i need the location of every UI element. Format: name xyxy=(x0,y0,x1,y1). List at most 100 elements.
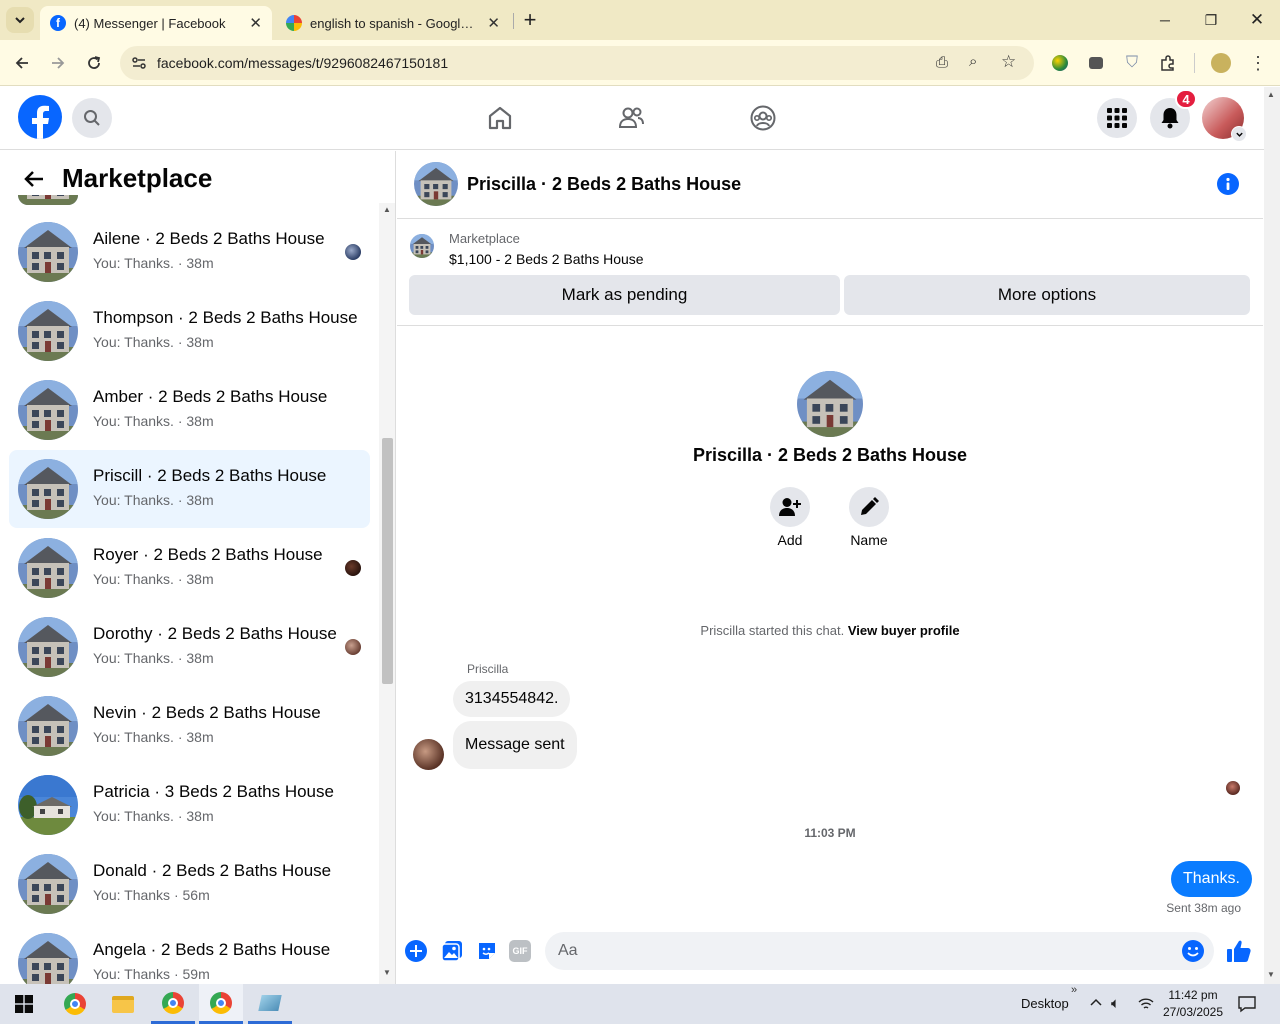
emoji-button[interactable] xyxy=(1182,940,1204,962)
extension-shield-icon[interactable]: ⛉ xyxy=(1120,51,1144,75)
taskbar-chrome-active-app[interactable] xyxy=(199,984,243,1024)
clock-time[interactable]: 11:42 pm xyxy=(1162,988,1224,1002)
attach-photo-button[interactable] xyxy=(441,940,463,967)
conversation-item[interactable]: Ailene · 2 Beds 2 Baths House You: Thanks… xyxy=(9,213,370,291)
conversation-thumbnail xyxy=(18,380,78,440)
incoming-message[interactable]: Message sent xyxy=(453,721,577,769)
browser-menu-icon[interactable]: ⋮ xyxy=(1246,51,1270,75)
close-tab-icon[interactable]: ✕ xyxy=(487,14,500,32)
conversation-item[interactable]: Angela · 2 Beds 2 Baths House You: Thanks… xyxy=(9,924,370,984)
conversation-name: Ailene · 2 Beds 2 Baths House xyxy=(93,229,325,248)
conversation-thumbnail xyxy=(18,459,78,519)
new-tab-button[interactable]: + xyxy=(520,6,540,34)
taskbar-chrome-app[interactable] xyxy=(53,984,97,1024)
bookmark-star-icon[interactable]: ☆ xyxy=(1001,52,1016,72)
conversation-item[interactable]: Patricia · 3 Beds 2 Baths House You: Than… xyxy=(9,766,370,844)
taskbar-other-app[interactable] xyxy=(248,984,292,1024)
zoom-icon[interactable]: ⌕ xyxy=(969,53,977,70)
facebook-favicon-icon: f xyxy=(50,15,66,31)
volume-icon[interactable]: 🔈︎ xyxy=(1111,995,1120,1012)
toolbar-expand-icon[interactable]: » xyxy=(1071,984,1077,996)
chrome-icon xyxy=(64,993,86,1015)
browser-tab-messenger[interactable]: f (4) Messenger | Facebook ✕ xyxy=(40,6,272,40)
conversation-item[interactable]: Amber · 2 Beds 2 Baths House You: Thanks.… xyxy=(9,371,370,449)
mark-as-pending-button[interactable]: Mark as pending xyxy=(409,275,840,315)
more-options-button[interactable]: More options xyxy=(844,275,1250,315)
sidebar-scroll-thumb[interactable] xyxy=(382,438,393,684)
sidebar-scrollbar[interactable]: ▲ ▼ xyxy=(379,203,395,984)
more-actions-button[interactable] xyxy=(405,940,427,962)
plus-icon xyxy=(410,945,422,957)
facebook-logo[interactable] xyxy=(18,95,62,139)
view-buyer-profile-link[interactable]: View buyer profile xyxy=(848,623,960,638)
gif-button[interactable]: GIF xyxy=(509,940,531,962)
conversation-item[interactable]: Royer · 2 Beds 2 Baths House You: Thanks.… xyxy=(9,529,370,607)
seen-by-avatar xyxy=(345,639,361,655)
scroll-down-arrow-icon[interactable]: ▼ xyxy=(1267,970,1275,979)
incoming-message[interactable]: 3134554842. xyxy=(453,681,571,717)
account-chevron-icon[interactable] xyxy=(1231,126,1247,142)
site-settings-icon[interactable] xyxy=(130,54,148,72)
extension-globe-icon[interactable] xyxy=(1048,51,1072,75)
bell-icon xyxy=(1161,108,1179,129)
listing-thumb[interactable] xyxy=(410,234,434,258)
back-arrow-button[interactable] xyxy=(22,167,50,193)
extensions-puzzle-icon[interactable] xyxy=(1156,51,1180,75)
tab-search-button[interactable] xyxy=(6,7,34,33)
nav-groups[interactable] xyxy=(749,104,777,137)
browser-tab-google[interactable]: english to spanish - Google Sea ✕ xyxy=(276,6,510,40)
conversation-item[interactable]: Priscill · 2 Beds 2 Baths House You: Than… xyxy=(9,450,370,528)
conversation-thumbnail xyxy=(18,775,78,835)
wifi-icon[interactable] xyxy=(1138,996,1154,1017)
restore-button[interactable]: ❐ xyxy=(1188,6,1234,34)
friends-icon xyxy=(618,107,644,128)
menu-button[interactable] xyxy=(1097,98,1137,138)
listing-price-title[interactable]: $1,100 - 2 Beds 2 Baths House xyxy=(449,251,644,267)
start-button[interactable] xyxy=(2,984,46,1024)
conversation-item[interactable]: Dorothy · 2 Beds 2 Baths House You: Thank… xyxy=(9,608,370,686)
show-hidden-icons-chevron-icon[interactable] xyxy=(1089,996,1103,1015)
chat-title[interactable]: Priscilla · 2 Beds 2 Baths House xyxy=(467,174,741,195)
add-button[interactable] xyxy=(770,487,810,527)
scroll-down-arrow-icon[interactable]: ▼ xyxy=(383,968,391,977)
like-button[interactable] xyxy=(1226,938,1252,969)
nav-home[interactable] xyxy=(486,104,514,137)
conversation-preview: You: Thanks · 56m xyxy=(93,887,210,903)
taskbar-file-explorer[interactable] xyxy=(101,984,145,1024)
name-button[interactable] xyxy=(849,487,889,527)
forward-button[interactable] xyxy=(46,51,70,75)
sender-avatar[interactable] xyxy=(413,739,444,770)
notification-badge: 4 xyxy=(1175,89,1197,109)
sticker-button[interactable] xyxy=(476,940,498,967)
conversation-item[interactable]: Thompson · 2 Beds 2 Baths House You: Than… xyxy=(9,292,370,370)
message-input[interactable]: Aa xyxy=(545,932,1214,970)
outgoing-message[interactable]: Thanks. xyxy=(1171,861,1252,897)
conversation-item[interactable]: Nevin · 2 Beds 2 Baths House You: Thanks.… xyxy=(9,687,370,765)
conversation-item[interactable]: Donald · 2 Beds 2 Baths House You: Thanks… xyxy=(9,845,370,923)
scroll-up-arrow-icon[interactable]: ▲ xyxy=(383,205,391,214)
intro-avatar[interactable] xyxy=(797,371,863,437)
nav-friends[interactable] xyxy=(617,104,645,137)
toolbar-divider xyxy=(1194,53,1195,73)
minimize-button[interactable]: ─ xyxy=(1142,6,1188,34)
scroll-up-arrow-icon[interactable]: ▲ xyxy=(1267,90,1275,99)
chat-avatar[interactable] xyxy=(414,162,458,206)
conversation-preview: You: Thanks · 59m xyxy=(93,966,210,982)
reload-button[interactable] xyxy=(82,51,106,75)
chevron-down-icon xyxy=(15,17,25,24)
info-button[interactable] xyxy=(1217,173,1239,195)
extension-robot-icon[interactable] xyxy=(1084,51,1108,75)
desktop-toolbar-label[interactable]: Desktop xyxy=(1021,996,1069,1011)
page-scrollbar[interactable] xyxy=(1264,87,1280,984)
clock-date[interactable]: 27/03/2025 xyxy=(1158,1005,1228,1019)
address-bar[interactable]: facebook.com/messages/t/9296082467150181… xyxy=(120,46,1034,80)
back-button[interactable] xyxy=(10,51,34,75)
install-app-icon[interactable]: ⎙ xyxy=(936,54,948,71)
close-tab-icon[interactable]: ✕ xyxy=(249,14,262,32)
profile-icon[interactable] xyxy=(1209,51,1233,75)
search-button[interactable] xyxy=(72,98,112,138)
close-window-button[interactable]: ✕ xyxy=(1234,6,1280,34)
notification-center-icon[interactable] xyxy=(1238,995,1256,1018)
taskbar-chrome-profile-app[interactable] xyxy=(151,984,195,1024)
folder-icon xyxy=(112,995,134,1013)
